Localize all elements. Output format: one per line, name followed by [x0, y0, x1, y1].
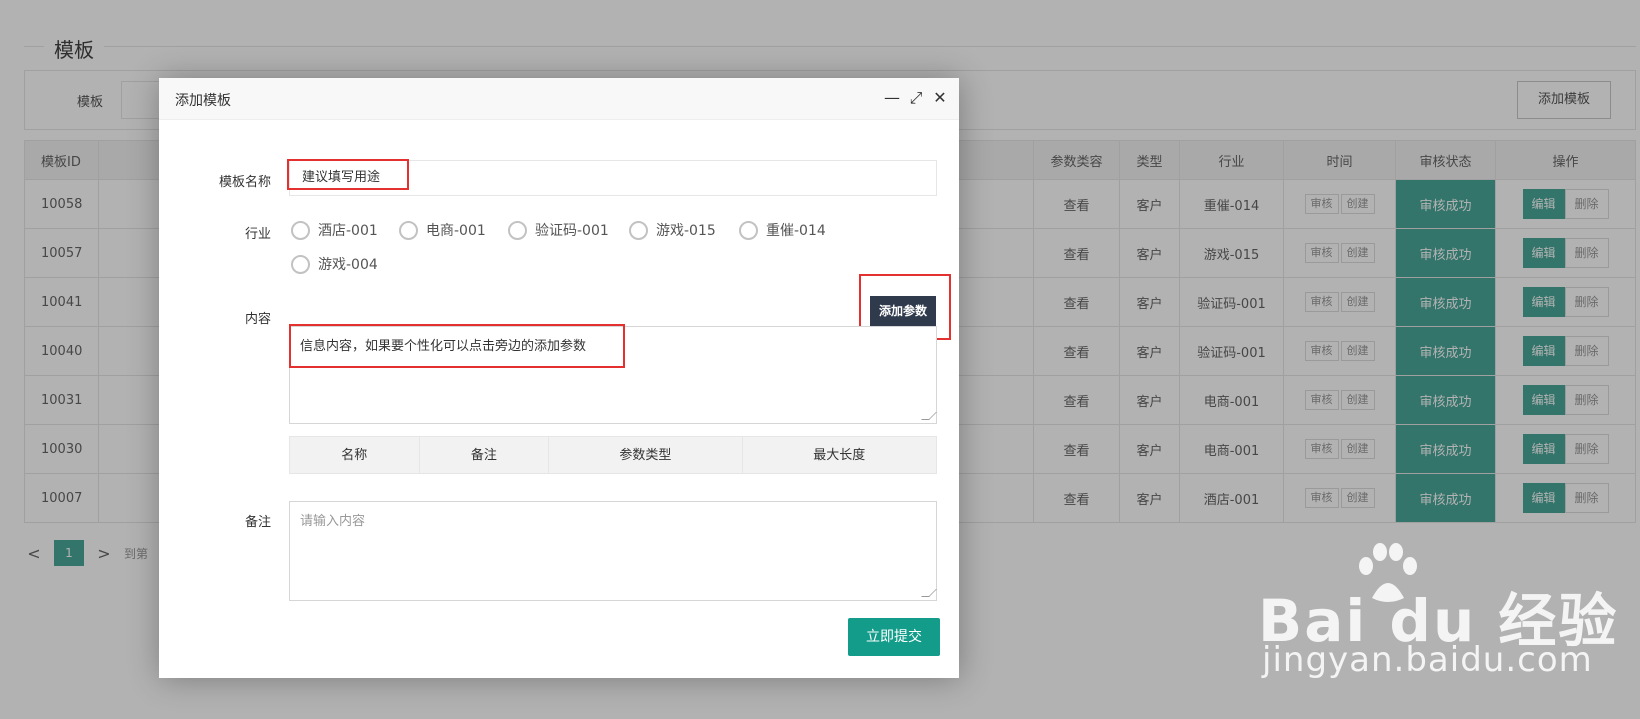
radio-industry-5[interactable]: 游戏-004	[291, 254, 378, 274]
dialog-header: 添加模板 — ⤢ ✕	[159, 78, 959, 120]
dialog-title: 添加模板	[175, 93, 231, 109]
radio-industry-3[interactable]: 游戏-015	[629, 220, 716, 240]
highlight-name	[287, 159, 409, 190]
highlight-content	[289, 324, 625, 368]
industry-label: 行业	[244, 227, 271, 242]
radio-industry-1[interactable]: 电商-001	[399, 220, 486, 240]
radio-circle-icon	[291, 254, 310, 274]
radio-circle-icon	[739, 220, 758, 240]
radio-industry-0[interactable]: 酒店-001	[291, 220, 378, 240]
param-col-remark: 备注	[420, 437, 550, 473]
remark-textarea[interactable]: 请输入内容	[289, 501, 937, 601]
param-col-name: 名称	[290, 437, 420, 473]
submit-button[interactable]: 立即提交	[848, 618, 940, 656]
radio-label: 验证码-001	[535, 223, 609, 239]
remark-label: 备注	[244, 515, 271, 530]
add-template-dialog: 添加模板 — ⤢ ✕ 模板名称 建议填写用途 行业 酒店-001 电商-001 …	[159, 78, 959, 678]
radio-label: 酒店-001	[318, 223, 378, 239]
radio-circle-icon	[399, 220, 418, 240]
dialog-tools: — ⤢ ✕	[883, 88, 949, 108]
minimize-icon[interactable]: —	[883, 88, 901, 108]
name-label: 模板名称	[218, 175, 271, 190]
radio-label: 电商-001	[426, 223, 486, 239]
maximize-icon[interactable]: ⤢	[907, 88, 925, 108]
radio-circle-icon	[629, 220, 648, 240]
radio-circle-icon	[291, 220, 310, 240]
param-col-type: 参数类型	[549, 437, 743, 473]
param-table-header: 名称 备注 参数类型 最大长度	[289, 436, 937, 474]
radio-circle-icon	[508, 220, 527, 240]
radio-label: 游戏-004	[318, 257, 378, 273]
param-col-maxlen: 最大长度	[813, 448, 866, 463]
radio-label: 游戏-015	[656, 223, 716, 239]
radio-industry-4[interactable]: 重催-014	[739, 220, 826, 240]
radio-label: 重催-014	[766, 223, 826, 239]
radio-industry-2[interactable]: 验证码-001	[508, 220, 609, 240]
close-icon[interactable]: ✕	[931, 88, 949, 108]
watermark-url: jingyan.baidu.com	[1262, 640, 1593, 680]
content-label: 内容	[244, 312, 271, 327]
